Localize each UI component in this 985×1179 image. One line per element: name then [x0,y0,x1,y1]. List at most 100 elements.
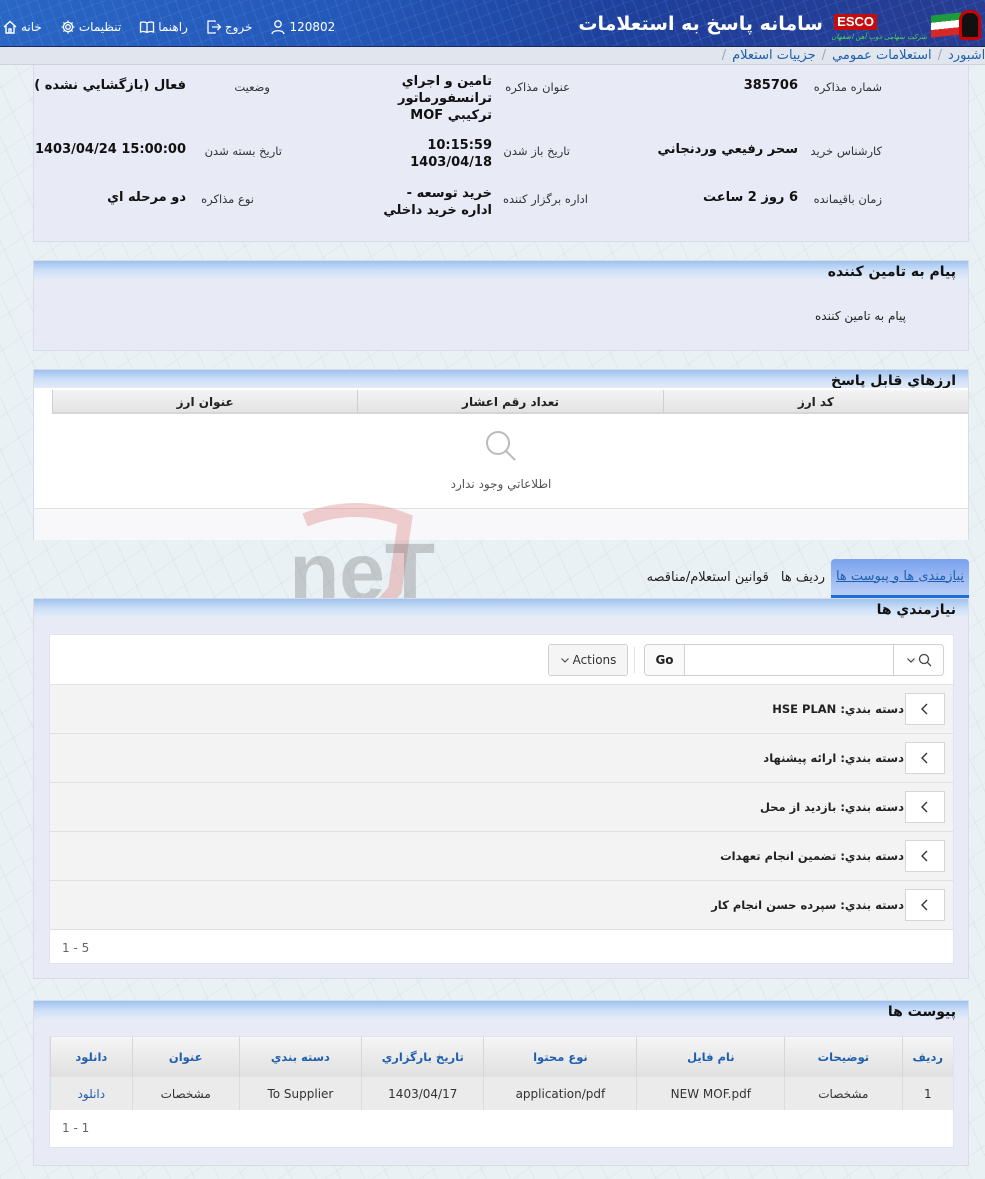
go-button[interactable]: Go [645,645,685,675]
cell-download: دانلود [50,1077,133,1110]
cell-title: مشخصات [131,1077,240,1110]
actions-button[interactable]: Actions [548,644,628,676]
column-header-upload-date[interactable]: تاريخ بارگزاري [361,1037,484,1077]
requirement-group-row: دسته بندي: سپرده حسن انجام کار [50,881,953,930]
breadcrumb-inquiry-details[interactable]: جزييات استعلام [732,47,816,65]
column-header-row[interactable]: رديف [901,1037,953,1077]
company-logo [925,4,981,44]
column-header-file-name[interactable]: نام فايل [636,1037,785,1077]
actions-label: Actions [572,653,617,667]
group-label: دسته بندي: HSE PLAN [772,702,904,716]
tab-line-items[interactable]: رديف ها [775,558,831,598]
tab-requirements-attachments[interactable]: نيازمندی ها و پيوست ها [830,558,969,598]
column-header-description[interactable]: توضيحات [784,1037,903,1077]
column-header-content-type[interactable]: نوع محتوا [483,1037,637,1077]
chevron-left-icon [921,801,928,813]
toolbar-divider [634,647,635,673]
chevron-left-icon [921,703,928,715]
requirements-report: Go Actions دسته بندي: HSE PLAN دسته بندي… [49,634,954,964]
cell-content-type: application/pdf [483,1077,637,1110]
search-icon [486,431,516,461]
supplier-message-text: پيام به تامين کننده [815,309,906,323]
nav-home-label: خانه [21,20,42,34]
requirement-group-row: دسته بندي: بازديد از محل [50,783,953,832]
group-label: دسته بندي: ارائه پيشنهاد [763,751,904,765]
breadcrumb-dashboard[interactable]: داشبورد [948,47,985,65]
cell-description: مشخصات [784,1077,903,1110]
nav-help[interactable]: راهنما [139,19,188,35]
nav-logout-label: خروج [224,20,253,34]
breadcrumb-bar: داشبورد / استعلامات عمومي / جزييات استعل… [0,47,985,65]
tab-bar: نيازمندی ها و پيوست ها رديف ها قوانين اس… [641,558,969,598]
search-icon [918,653,931,667]
chevron-left-icon [921,850,928,862]
field-value-remaining-time: 6 روز 2 ساعت [702,190,798,205]
nav-logout[interactable]: خروج [206,19,253,35]
field-label-close-date: تاريخ بسته شدن [204,144,282,158]
expand-group-button[interactable] [905,791,945,823]
table-footer [34,508,968,540]
app-title: سامانه پاسخ به استعلامات [578,13,823,35]
user-icon [271,20,286,35]
field-value-buyer: سحر رفيعي وردنجاني [657,142,799,157]
field-label-negotiation-number: شماره مذاکره [813,80,882,94]
field-value-negotiation-title: تامين و اجراي ترانسفورماتور ترکيبي MOF [398,74,492,123]
field-value-organizing-office: خريد توسعه - اداره خريد داخلي [383,186,492,218]
field-value-negotiation-number: 385706 [743,78,798,93]
panel-title: پيوست ها [34,1001,968,1020]
breadcrumb-separator: / [821,48,827,63]
nav-settings[interactable]: تنظيمات [60,19,121,35]
field-label-negotiation-title: عنوان مذاکره [505,80,570,94]
table-header: رديف توضيحات نام فايل نوع محتوا تاريخ با… [50,1037,953,1077]
column-header-currency-code[interactable]: کد ارز [662,390,968,412]
expand-group-button[interactable] [905,889,945,921]
nav-user[interactable]: 120802 [270,19,335,35]
column-header-decimal-places[interactable]: تعداد رقم اعشار [357,390,662,412]
expand-group-button[interactable] [905,693,945,725]
home-icon [3,20,17,34]
table-row: 1 مشخصات NEW MOF.pdf application/pdf 140… [50,1077,953,1110]
esfahan-steel-logo-icon [959,10,981,40]
column-header-category[interactable]: دسته بندي [238,1037,362,1077]
user-id: 120802 [289,20,336,34]
cell-file-name: NEW MOF.pdf [636,1077,785,1110]
search-input[interactable] [685,645,893,675]
requirement-group-row: دسته بندي: تضمين انجام تعهدات [50,832,953,881]
field-value-close-date: 1403/04/24 15:00:00 [34,142,186,157]
panel-title: پيام به تامين کننده [34,261,968,280]
gear-icon [61,20,75,34]
column-header-title[interactable]: عنوان [131,1037,240,1077]
report-toolbar: Go Actions [50,635,953,685]
group-label: دسته بندي: بازديد از محل [759,800,904,814]
nav-home[interactable]: خانه [2,19,42,35]
panel-title: نيازمندي ها [34,599,968,618]
requirement-group-row: دسته بندي: ارائه پيشنهاد [50,734,953,783]
nav-settings-label: تنظيمات [78,20,122,34]
search-column-selector[interactable] [893,645,943,675]
column-header-currency-title[interactable]: عنوان ارز [52,390,357,412]
search-box: Go [644,644,944,676]
attachments-report: رديف توضيحات نام فايل نوع محتوا تاريخ با… [49,1036,954,1148]
breadcrumb-public-inquiries[interactable]: استعلامات عمومي [832,47,932,65]
download-link[interactable]: دانلود [78,1087,106,1101]
tab-inquiry-rules[interactable]: قوانين استعلام/مناقصه [641,558,775,598]
no-data-message: اطلاعاتي وجود ندارد [450,477,552,491]
nav-help-label: راهنما [158,20,188,34]
chevron-down-icon [906,658,915,663]
brand-badge: ESCO [834,14,877,30]
expand-group-button[interactable] [905,840,945,872]
field-label-negotiation-type: نوع مذاکره [201,192,254,206]
column-header-download[interactable]: دانلود [50,1037,133,1077]
company-tagline: شرکت سهامی ذوب آهن اصفهان [831,33,927,41]
field-value-open-date: 10:15:59 1403/04/18 [410,138,492,170]
panel-title: ارزهاي قابل پاسخ [34,370,968,389]
breadcrumb-separator: / [721,48,727,63]
cell-upload-date: 1403/04/17 [361,1077,484,1110]
requirements-panel: نيازمندي ها Go Actions دسته بندي: HSE PL… [33,598,969,979]
expand-group-button[interactable] [905,742,945,774]
chevron-down-icon [560,658,569,663]
attachments-table: رديف توضيحات نام فايل نوع محتوا تاريخ با… [50,1037,953,1110]
breadcrumb-separator: / [937,48,942,63]
field-value-negotiation-type: دو مرحله اي [107,190,186,205]
group-label: دسته بندي: تضمين انجام تعهدات [720,849,904,863]
